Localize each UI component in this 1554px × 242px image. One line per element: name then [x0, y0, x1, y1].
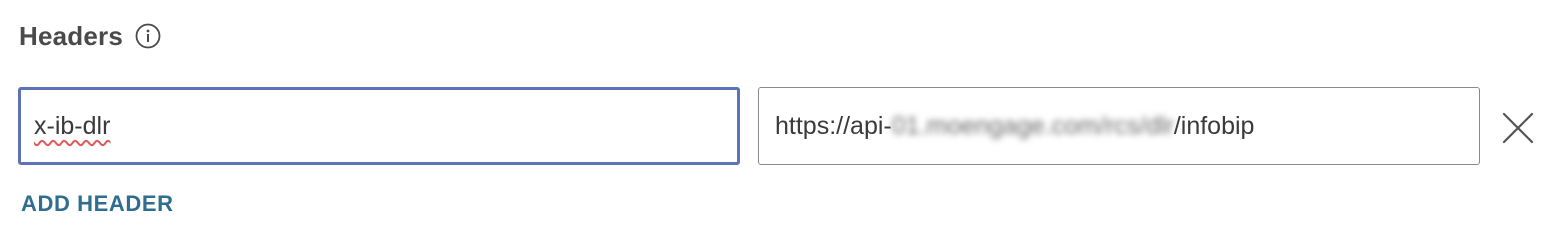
headers-section: Headers x-ib-dlr https://api- 01.moengage…: [0, 0, 1554, 242]
header-value-input[interactable]: https://api- 01.moengage.com/rcs/dlr/info…: [758, 87, 1480, 165]
close-icon: [1502, 112, 1534, 144]
headers-heading: Headers: [19, 18, 161, 54]
header-value-obscured: 01.moengage.com/rcs/dlr: [891, 111, 1174, 140]
header-value-suffix: /infobip: [1173, 111, 1255, 140]
header-value-prefix: https://api-: [775, 111, 892, 140]
add-header-button[interactable]: ADD HEADER: [21, 191, 174, 217]
info-icon[interactable]: [135, 23, 161, 49]
section-title: Headers: [19, 20, 124, 51]
header-key-input[interactable]: x-ib-dlr: [18, 87, 740, 165]
header-key-text: x-ib-dlr: [34, 111, 111, 140]
remove-header-button[interactable]: [1498, 108, 1538, 148]
